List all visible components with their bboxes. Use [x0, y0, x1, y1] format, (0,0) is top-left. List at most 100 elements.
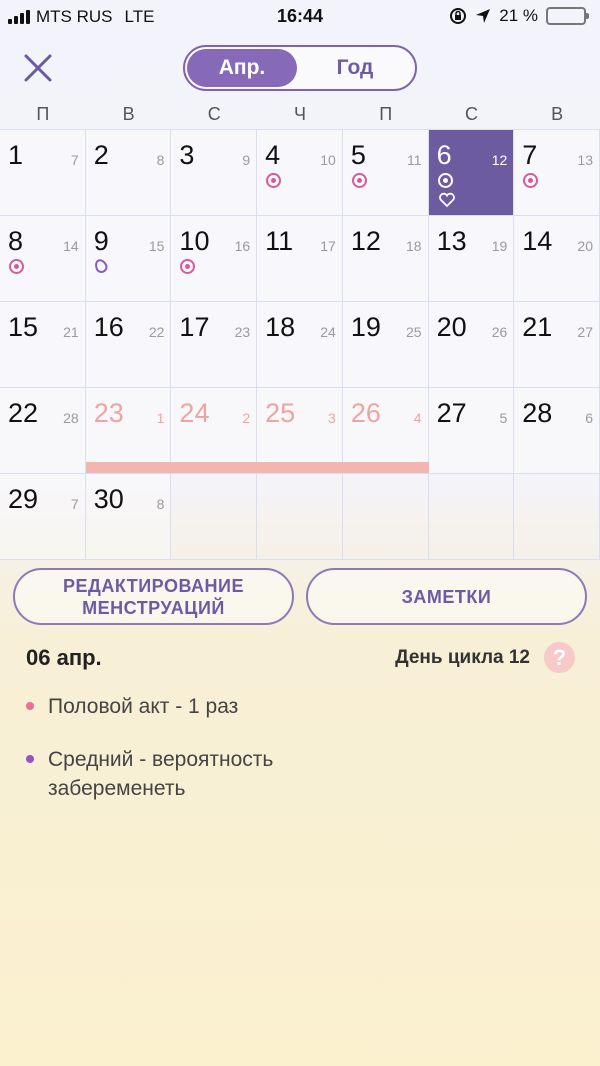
calendar-day-27[interactable]: 27 5 — [428, 388, 515, 474]
heart-icon — [438, 192, 455, 208]
cycle-day-number: 8 — [156, 496, 165, 512]
calendar-day-24[interactable]: 24 2 — [171, 388, 258, 474]
tab-month[interactable]: Апр. — [187, 49, 297, 87]
fertile-flower-icon — [9, 259, 24, 274]
info-item-text: Средний - вероятность забеременеть — [48, 748, 274, 800]
day-number: 8 — [8, 226, 24, 256]
help-button[interactable]: ? — [544, 642, 575, 673]
calendar-day-11[interactable]: 11 17 — [257, 216, 343, 302]
day-number: 20 — [436, 312, 467, 342]
calendar-day-18[interactable]: 18 24 — [257, 302, 343, 388]
fertile-flower-icon — [523, 173, 539, 188]
day-number: 23 — [93, 398, 124, 428]
cycle-day-number: 20 — [577, 238, 593, 254]
cycle-day-number: 22 — [148, 324, 165, 340]
calendar-day-16[interactable]: 16 22 — [85, 302, 172, 388]
calendar-day-10[interactable]: 10 16 — [171, 216, 258, 302]
cycle-day-number: 3 — [328, 410, 336, 426]
notes-button[interactable]: ЗАМЕТКИ — [306, 568, 587, 625]
calendar-day-20[interactable]: 20 26 — [428, 302, 515, 388]
weekday-sun: В — [551, 104, 564, 124]
cycle-day-number: 26 — [491, 324, 508, 340]
calendar-day-2[interactable]: 28 — [85, 130, 172, 216]
cycle-day-number: 18 — [405, 238, 422, 254]
calendar-day-28[interactable]: 28 6 — [514, 388, 600, 474]
cycle-day-number: 21 — [63, 324, 79, 340]
day-number: 28 — [522, 398, 553, 428]
day-number: 29 — [8, 484, 39, 514]
cycle-day-number: 10 — [320, 152, 336, 168]
cycle-day-label: День цикла 12 — [395, 647, 530, 668]
period-bar — [342, 462, 429, 473]
view-switcher: Апр. Год — [183, 45, 417, 91]
calendar-day-29[interactable]: 29 7 — [0, 474, 86, 560]
weekday-mon: П — [36, 104, 50, 124]
edit-menstruation-button[interactable]: РЕДАКТИРОВАНИЕ МЕНСТРУАЦИЙ — [13, 568, 294, 625]
calendar-day-1[interactable]: 17 — [0, 130, 86, 216]
calendar-day-4[interactable]: 4 10 — [257, 130, 343, 216]
fertile-flower-icon — [437, 173, 453, 188]
cycle-day-number: 7 — [70, 496, 79, 512]
day-number: 24 — [179, 398, 210, 428]
day-number: 3 — [179, 140, 195, 170]
calendar-day-19[interactable]: 19 25 — [342, 302, 429, 388]
close-button[interactable] — [22, 52, 54, 84]
day-number: 6 — [436, 140, 452, 170]
cycle-day-number: 17 — [320, 238, 336, 254]
cycle-day-number: 12 — [491, 152, 508, 168]
calendar-day-15[interactable]: 15 21 — [0, 302, 86, 388]
calendar-day-21[interactable]: 21 27 — [514, 302, 600, 388]
cycle-day-number: 27 — [577, 324, 593, 340]
calendar-day-5[interactable]: 5 11 — [342, 130, 429, 216]
cycle-day-number: 24 — [320, 324, 336, 340]
calendar-day-12[interactable]: 12 18 — [342, 216, 429, 302]
cycle-day-number: 19 — [491, 238, 508, 254]
calendar-day-9[interactable]: 9 15 — [85, 216, 172, 302]
fertile-flower-icon — [180, 259, 196, 274]
tab-year[interactable]: Год — [297, 49, 413, 87]
cycle-day-number: 25 — [405, 324, 422, 340]
calendar-day-8[interactable]: 8 14 — [0, 216, 86, 302]
cycle-day-number: 11 — [407, 152, 422, 168]
calendar-day-26[interactable]: 26 4 — [342, 388, 429, 474]
calendar-day-14[interactable]: 14 20 — [514, 216, 600, 302]
calendar-day-23[interactable]: 23 1 — [85, 388, 172, 474]
calendar-day-22[interactable]: 22 28 — [0, 388, 86, 474]
empty-cell — [171, 474, 258, 560]
calendar-day-25[interactable]: 25 3 — [257, 388, 343, 474]
cycle-day-number: 1 — [156, 410, 165, 426]
empty-cell — [514, 474, 600, 560]
info-item-probability: Средний - вероятность забеременеть — [26, 745, 356, 803]
cycle-day-number: 2 — [242, 410, 251, 426]
cycle-day-number: 7 — [70, 152, 79, 168]
day-number: 26 — [350, 398, 381, 428]
day-number: 2 — [93, 140, 109, 170]
cycle-day-number: 9 — [242, 152, 251, 168]
cycle-day-number: 13 — [577, 152, 593, 168]
calendar-day-3[interactable]: 39 — [171, 130, 258, 216]
empty-cell — [342, 474, 429, 560]
calendar-day-17[interactable]: 17 23 — [171, 302, 258, 388]
weekday-thu: Ч — [294, 104, 307, 124]
battery-icon — [546, 7, 589, 25]
calendar-day-13[interactable]: 13 19 — [428, 216, 515, 302]
calendar-day-7[interactable]: 7 13 — [514, 130, 600, 216]
day-number: 17 — [179, 312, 210, 342]
day-number: 10 — [179, 226, 210, 256]
day-number: 5 — [350, 140, 366, 170]
period-bar — [85, 462, 172, 473]
calendar-day-30[interactable]: 30 8 — [85, 474, 172, 560]
calendar-day-6[interactable]: 6 12 — [428, 130, 515, 216]
cycle-day-number: 14 — [63, 238, 79, 254]
cycle-day-number: 4 — [413, 410, 422, 426]
fertile-flower-icon — [351, 173, 367, 188]
period-bar — [171, 462, 258, 473]
day-number: 15 — [8, 312, 39, 342]
day-number: 7 — [522, 140, 538, 170]
cycle-day-number: 5 — [499, 410, 508, 426]
status-bar: MTS RUS LTE 16:44 21 % — [0, 0, 600, 34]
day-number: 19 — [350, 312, 381, 342]
day-number: 12 — [350, 226, 381, 256]
ovulation-egg-icon — [92, 257, 110, 275]
pink-dot-icon — [26, 702, 34, 710]
